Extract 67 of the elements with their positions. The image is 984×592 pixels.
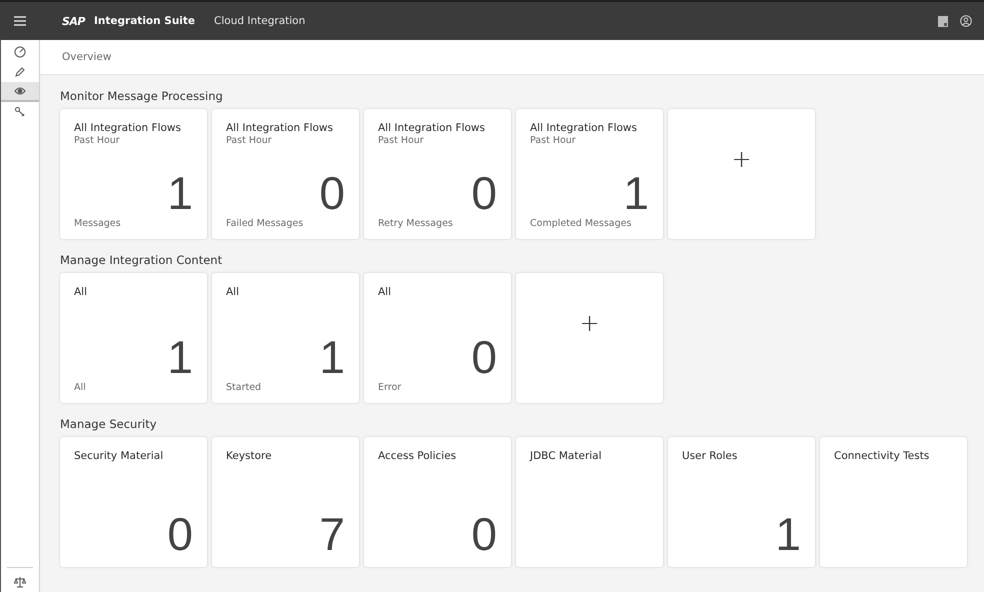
tile-footer: Retry Messages bbox=[378, 218, 497, 229]
notes-button[interactable] bbox=[938, 16, 948, 26]
tile-footer: Error bbox=[378, 382, 497, 393]
tile-value: 1 bbox=[775, 511, 801, 557]
tile-title: All Integration Flows bbox=[74, 122, 182, 134]
tile-value: 7 bbox=[319, 511, 345, 557]
tile-title: All Integration Flows bbox=[226, 122, 334, 134]
section-title: Manage Integration Content bbox=[60, 253, 224, 269]
kpi-tile[interactable]: All Integration Flows Past Hour 1 Messages bbox=[60, 109, 207, 239]
nav-item[interactable] bbox=[1, 82, 39, 102]
tile-title: User Roles bbox=[682, 450, 738, 462]
tile-title: All bbox=[74, 286, 88, 298]
tile-subtitle: Past Hour bbox=[74, 135, 121, 146]
tile-value: 0 bbox=[471, 170, 497, 216]
tile-title: All Integration Flows bbox=[530, 122, 638, 134]
kpi-tile[interactable]: User Roles 1 bbox=[668, 437, 815, 567]
tile-value: 0 bbox=[471, 511, 497, 557]
tile-footer: Started bbox=[226, 382, 345, 393]
kpi-tile[interactable]: All Integration Flows Past Hour 1 Completed Messages bbox=[516, 109, 663, 239]
tile-title: All Integration Flows bbox=[378, 122, 486, 134]
tile-value: 0 bbox=[319, 170, 345, 216]
tile-footer: Completed Messages bbox=[530, 218, 649, 229]
kpi-tile[interactable]: All Integration Flows Past Hour 0 Failed Messages bbox=[212, 109, 359, 239]
tile-value: 0 bbox=[167, 511, 193, 557]
pencil-icon bbox=[14, 66, 26, 78]
section-title: Manage Security bbox=[60, 417, 158, 433]
tile-title: Access Policies bbox=[378, 450, 458, 462]
add-tile-button[interactable]: + bbox=[668, 109, 815, 239]
tile-title: JDBC Material bbox=[530, 450, 603, 462]
tile-value: 1 bbox=[167, 170, 193, 216]
page-title: Overview bbox=[62, 51, 112, 63]
tile-footer: All bbox=[74, 382, 193, 393]
product-name: Integration Suite bbox=[94, 15, 196, 27]
user-button[interactable] bbox=[960, 15, 972, 27]
kpi-tile[interactable]: Security Material 0 bbox=[60, 437, 207, 567]
gauge-icon bbox=[14, 46, 26, 58]
tile-subtitle: Past Hour bbox=[530, 135, 577, 146]
kpi-tile[interactable]: All Integration Flows Past Hour 0 Retry Messages bbox=[364, 109, 511, 239]
tile-footer: Messages bbox=[74, 218, 193, 229]
eye-icon bbox=[14, 85, 26, 97]
tile-title: Security Material bbox=[74, 450, 164, 462]
user-icon bbox=[960, 15, 972, 27]
menu-icon bbox=[14, 16, 26, 26]
tile-subtitle: Past Hour bbox=[378, 135, 425, 146]
tile-title: All bbox=[226, 286, 240, 298]
logo: SAP bbox=[62, 14, 85, 28]
tile-title: Keystore bbox=[226, 450, 273, 462]
section-title: Monitor Message Processing bbox=[60, 89, 224, 105]
kpi-tile[interactable]: All 1 All bbox=[60, 273, 207, 403]
kpi-tile[interactable]: Keystore 7 bbox=[212, 437, 359, 567]
document-icon bbox=[938, 16, 948, 26]
kpi-tile[interactable]: JDBC Material bbox=[516, 437, 663, 567]
kpi-tile[interactable]: Connectivity Tests bbox=[820, 437, 967, 567]
tile-value: 1 bbox=[623, 170, 649, 216]
kpi-tile[interactable]: All 0 Error bbox=[364, 273, 511, 403]
tile-value: 0 bbox=[471, 334, 497, 380]
tile-footer: Failed Messages bbox=[226, 218, 345, 229]
tile-title: All bbox=[378, 286, 392, 298]
add-tile-button[interactable]: + bbox=[516, 273, 663, 403]
kpi-tile[interactable]: All 1 Started bbox=[212, 273, 359, 403]
area-name: Cloud Integration bbox=[214, 15, 306, 27]
tile-subtitle: Past Hour bbox=[226, 135, 273, 146]
tile-value: 1 bbox=[319, 334, 345, 380]
kpi-tile[interactable]: Access Policies 0 bbox=[364, 437, 511, 567]
tile-value: 1 bbox=[167, 334, 193, 380]
scales-icon[interactable] bbox=[14, 576, 26, 588]
tile-title: Connectivity Tests bbox=[834, 450, 930, 462]
